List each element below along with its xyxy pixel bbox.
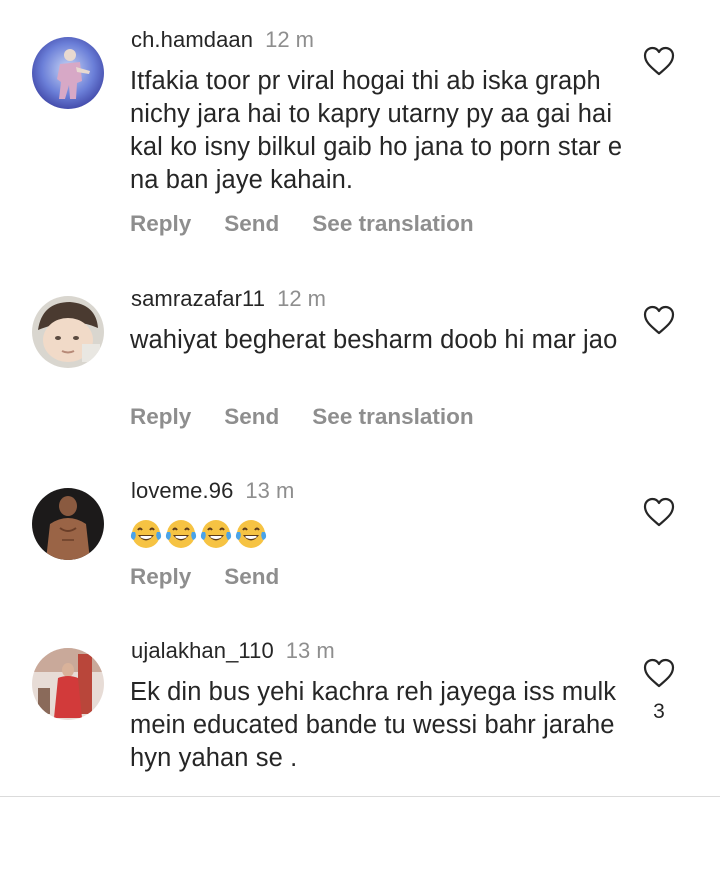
like-count: 3: [653, 700, 665, 723]
comment-meta: ujalakhan_110 13 m: [131, 638, 335, 668]
timestamp: 12 m: [277, 286, 326, 311]
laughing-crying-emoji-icon: [200, 520, 232, 548]
username[interactable]: samrazafar11: [131, 286, 265, 312]
avatar[interactable]: [32, 296, 104, 368]
laughing-crying-emoji-icon: [235, 520, 267, 548]
comment-actions: Reply Send See translation: [130, 404, 507, 430]
like-button[interactable]: [642, 496, 676, 528]
send-button[interactable]: Send: [224, 564, 279, 590]
reply-button[interactable]: Reply: [130, 564, 191, 590]
username[interactable]: loveme.96: [131, 478, 233, 504]
heart-outline-icon: [643, 46, 675, 76]
comment-text: Itfakia toor pr viral hogai thi ab iska …: [130, 67, 623, 194]
like-button[interactable]: [642, 45, 676, 77]
reply-button[interactable]: Reply: [130, 404, 191, 430]
comment-text: wahiyat begherat besharm doob hi mar jao: [130, 326, 618, 354]
like-button[interactable]: [642, 657, 676, 689]
send-button[interactable]: Send: [224, 404, 279, 430]
reply-button[interactable]: Reply: [130, 211, 191, 237]
timestamp: 13 m: [285, 638, 335, 663]
like-button[interactable]: [642, 304, 676, 336]
comment-meta: ch.hamdaan 12 m: [131, 27, 314, 57]
timestamp: 13 m: [245, 478, 295, 503]
comment-actions: Reply Send: [130, 564, 312, 590]
send-button[interactable]: Send: [224, 211, 279, 237]
username[interactable]: ch.hamdaan: [131, 27, 253, 53]
avatar[interactable]: [32, 37, 104, 109]
comment-meta: loveme.96 13 m: [131, 478, 294, 508]
comment-meta: samrazafar11 12 m: [131, 286, 326, 316]
avatar[interactable]: [32, 648, 104, 720]
heart-outline-icon: [643, 658, 675, 688]
divider: [0, 796, 720, 797]
see-translation-button[interactable]: See translation: [312, 404, 473, 430]
avatar[interactable]: [32, 488, 104, 560]
heart-outline-icon: [643, 305, 675, 335]
username[interactable]: ujalakhan_110: [131, 638, 274, 664]
see-translation-button[interactable]: See translation: [312, 211, 473, 237]
comment-text: Ek din bus yehi kachra reh jayega iss mu…: [130, 678, 617, 772]
heart-outline-icon: [643, 497, 675, 527]
timestamp: 12 m: [265, 27, 315, 52]
emoji-row: [130, 518, 270, 550]
laughing-crying-emoji-icon: [165, 520, 197, 548]
comment-actions: Reply Send See translation: [130, 211, 507, 237]
laughing-crying-emoji-icon: [130, 520, 162, 548]
